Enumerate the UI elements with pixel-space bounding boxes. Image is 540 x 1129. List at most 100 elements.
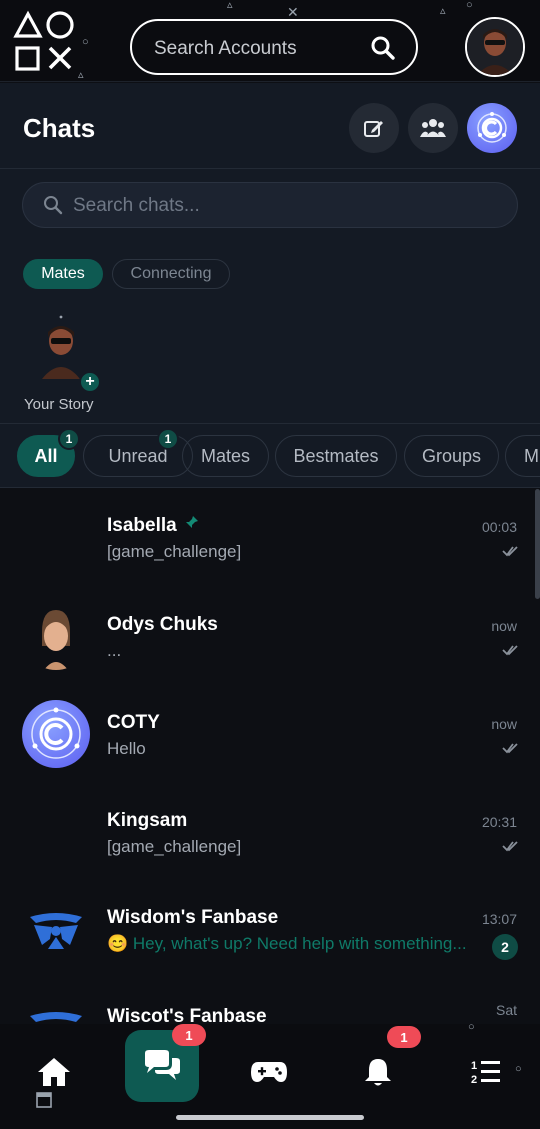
decor-cross: ✕ [287,4,299,20]
chat-name: Kingsam [107,810,188,831]
story-avatar-icon [42,315,80,379]
search-icon [44,196,63,215]
top-bar: ○ ▵ ▵ ✕ □ ▵ ○ Search Accounts [0,0,540,82]
filter-mates[interactable]: Mates [182,435,269,477]
divider [0,168,540,169]
playstation-shapes-logo[interactable] [12,10,76,74]
chat-row-odys-chuks[interactable]: Odys Chuks ... now [0,588,540,686]
chat-row-wisdoms-fanbase[interactable]: Wisdom's Fanbase 😊 Hey, what's up? Need … [0,881,540,979]
chat-list: Isabella [game_challenge] 00:03 Odys Chu… [0,489,540,1024]
profile-avatar[interactable] [465,17,525,77]
decor-triangle: ▵ [78,69,84,81]
decor-circle: ○ [466,0,473,11]
chat-time: Sat [495,1002,517,1018]
avatar [22,602,90,670]
compose-button[interactable] [349,103,399,153]
your-story-label: Your Story [24,396,94,413]
chat-name: COTY [107,712,160,733]
chat-filter-tabs: All 1 Unread 1 Mates Bestmates Groups M [17,428,540,477]
avatar [22,798,90,866]
chat-time: now [491,716,517,732]
search-accounts-input[interactable]: Search Accounts [130,19,418,75]
svg-text:1: 1 [471,1060,477,1072]
add-story-button[interactable]: + [79,371,101,393]
chats-icon [145,1050,180,1080]
chat-name: Isabella [107,515,199,537]
chat-time: now [491,618,517,634]
chat-time: 13:07 [481,911,517,927]
filter-all-badge: 1 [58,428,80,450]
chat-time: 00:03 [481,519,517,535]
chat-preview: [game_challenge] [107,542,242,561]
decor-circle: ○ [82,36,89,48]
double-check-icon [502,645,518,656]
chat-name: Wisdom's Fanbase [107,907,279,928]
filter-unread[interactable]: Unread 1 [83,428,193,477]
bottom-navigation: 1 1 1 2 ○ ○ [0,1021,540,1129]
page-title: Chats [23,113,96,143]
avatar [22,895,90,963]
avatar [22,994,90,1024]
home-icon [38,1058,70,1086]
window-icon [36,1092,52,1108]
decor-circle: ○ [515,1063,522,1075]
user-avatar-icon [467,19,523,75]
female-avatar-icon [42,610,70,670]
nav-games[interactable] [239,1042,299,1102]
chat-row-coty[interactable]: COTY Hello now [0,686,540,784]
nav-home[interactable] [24,1042,84,1102]
games-icon [251,1062,287,1082]
compose-icon [364,121,383,137]
filter-bestmates[interactable]: Bestmates [275,435,397,477]
filter-groups[interactable]: Groups [404,435,499,477]
search-chats-placeholder: Search chats... [73,195,200,216]
chat-preview: Hello [107,739,146,758]
fanbase-logo-icon [30,1012,82,1022]
segment-connecting[interactable]: Connecting [112,259,230,289]
filter-all-label: All [34,445,58,466]
search-chats-input[interactable]: Search chats... [22,182,518,228]
coty-button[interactable] [467,103,517,153]
chats-header-panel: Chats Search chats... Mates Connecting +… [0,83,540,488]
home-indicator[interactable] [176,1115,364,1120]
double-check-icon [502,841,518,852]
story-avatar: + [24,315,101,393]
divider [0,423,540,424]
segment-mates[interactable]: Mates [23,259,103,289]
filter-unread-badge: 1 [157,428,179,450]
unread-count-badge: 2 [492,934,518,960]
filter-all[interactable]: All 1 [17,428,80,477]
chat-preview: [game_challenge] [107,837,242,856]
chat-name: Odys Chuks [107,614,218,635]
avatar [22,503,90,571]
chat-row-kingsam[interactable]: Kingsam [game_challenge] 20:31 [0,784,540,882]
decor-circle: ○ [468,1021,475,1033]
double-check-icon [502,546,518,557]
your-story[interactable]: + Your Story [24,315,101,413]
chat-row-wiscots-fanbase[interactable]: Wiscot's Fanbase Sat [0,980,540,1024]
chat-preview: 😊 Hey, what's up? Need help with somethi… [107,934,467,953]
notifications-badge: 1 [387,1026,421,1048]
leaderboard-icon: 1 2 [471,1060,500,1086]
notifications-icon [365,1059,391,1086]
decor-triangle: ▵ [227,0,233,11]
avatar [22,700,90,768]
chats-badge: 1 [172,1024,206,1046]
filter-unread-label: Unread [108,445,168,466]
search-icon[interactable] [370,35,396,61]
chat-time: 20:31 [481,814,517,830]
chat-row-isabella[interactable]: Isabella [game_challenge] 00:03 [0,489,540,587]
nav-leaderboard[interactable]: 1 2 [456,1042,516,1102]
svg-text:2: 2 [471,1074,477,1086]
coty-logo-icon [31,707,81,759]
filter-more[interactable]: M [505,435,540,477]
double-check-icon [502,743,518,754]
fanbase-logo-icon [30,913,82,949]
groups-button[interactable] [408,103,458,153]
group-icon [420,119,446,137]
chat-preview: ... [107,641,122,660]
divider [0,487,540,488]
pin-icon [185,516,198,528]
search-accounts-placeholder: Search Accounts [154,38,297,59]
nav-notifications[interactable] [348,1042,408,1102]
